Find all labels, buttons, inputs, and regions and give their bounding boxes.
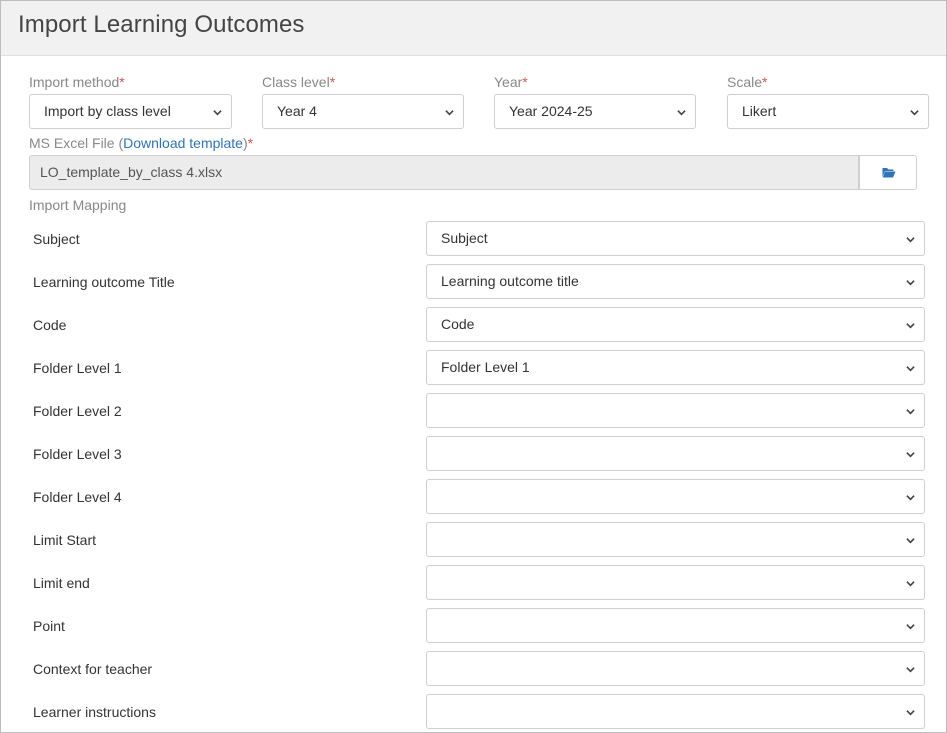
chevron-down-icon (906, 493, 915, 502)
year-value: Year 2024-25 (509, 103, 593, 119)
mapping-select-subject[interactable]: Subject (426, 221, 925, 256)
scale-value: Likert (742, 103, 777, 119)
year-label: Year* (494, 74, 528, 90)
chevron-down-icon (906, 622, 915, 631)
chevron-down-icon (213, 108, 222, 117)
chevron-down-icon (677, 108, 686, 117)
class-level-select[interactable]: Year 4 (262, 94, 464, 129)
mapping-label: Limit end (33, 575, 90, 591)
mapping-label: Folder Level 3 (33, 446, 122, 462)
chevron-down-icon (906, 321, 915, 330)
chevron-down-icon (906, 579, 915, 588)
chevron-down-icon (906, 364, 915, 373)
browse-file-button[interactable] (859, 155, 917, 190)
mapping-select-limit-end[interactable] (426, 565, 925, 600)
mapping-select-point[interactable] (426, 608, 925, 643)
mapping-label: Folder Level 1 (33, 360, 122, 376)
mapping-select-code[interactable]: Code (426, 307, 925, 342)
mapping-select-folder-1[interactable]: Folder Level 1 (426, 350, 925, 385)
chevron-down-icon (906, 450, 915, 459)
excel-file-label: MS Excel File (Download template)* (29, 135, 254, 151)
chevron-down-icon (906, 235, 915, 244)
mapping-select-lo-title[interactable]: Learning outcome title (426, 264, 925, 299)
mapping-label: Folder Level 2 (33, 403, 122, 419)
mapping-select-folder-4[interactable] (426, 479, 925, 514)
import-method-value: Import by class level (44, 103, 171, 119)
year-select[interactable]: Year 2024-25 (494, 94, 696, 129)
folder-open-icon (882, 168, 896, 178)
mapping-select-context-teacher[interactable] (426, 651, 925, 686)
scale-select[interactable]: Likert (727, 94, 929, 129)
mapping-select-learner-instructions[interactable] (426, 694, 925, 729)
chevron-down-icon (906, 407, 915, 416)
mapping-label: Learning outcome Title (33, 274, 175, 290)
mapping-label: Context for teacher (33, 661, 153, 677)
scale-label: Scale* (727, 74, 768, 90)
mapping-label: Limit Start (33, 532, 97, 548)
chevron-down-icon (906, 665, 915, 674)
mapping-label: Point (33, 618, 65, 634)
class-level-value: Year 4 (277, 103, 317, 119)
chevron-down-icon (906, 278, 915, 287)
import-method-label: Import method* (29, 74, 125, 90)
mapping-label: Subject (33, 231, 80, 247)
chevron-down-icon (906, 708, 915, 717)
import-method-select[interactable]: Import by class level (29, 94, 232, 129)
mapping-value: Folder Level 1 (441, 359, 530, 375)
mapping-label: Code (33, 317, 67, 333)
excel-file-input[interactable]: LO_template_by_class 4.xlsx (29, 155, 859, 190)
dialog-header: Import Learning Outcomes (1, 1, 946, 56)
mapping-label: Learner instructions (33, 704, 156, 720)
import-mapping-heading: Import Mapping (29, 197, 127, 213)
mapping-label: Folder Level 4 (33, 489, 122, 505)
class-level-label: Class level* (262, 74, 336, 90)
chevron-down-icon (910, 108, 919, 117)
mapping-value: Learning outcome title (441, 273, 579, 289)
mapping-select-folder-3[interactable] (426, 436, 925, 471)
import-dialog: Import Learning Outcomes Import method* … (0, 0, 947, 733)
chevron-down-icon (906, 536, 915, 545)
mapping-value: Subject (441, 230, 488, 246)
download-template-link[interactable]: Download template (123, 135, 243, 151)
mapping-select-limit-start[interactable] (426, 522, 925, 557)
page-title: Import Learning Outcomes (18, 11, 305, 38)
mapping-select-folder-2[interactable] (426, 393, 925, 428)
chevron-down-icon (445, 108, 454, 117)
mapping-value: Code (441, 316, 475, 332)
